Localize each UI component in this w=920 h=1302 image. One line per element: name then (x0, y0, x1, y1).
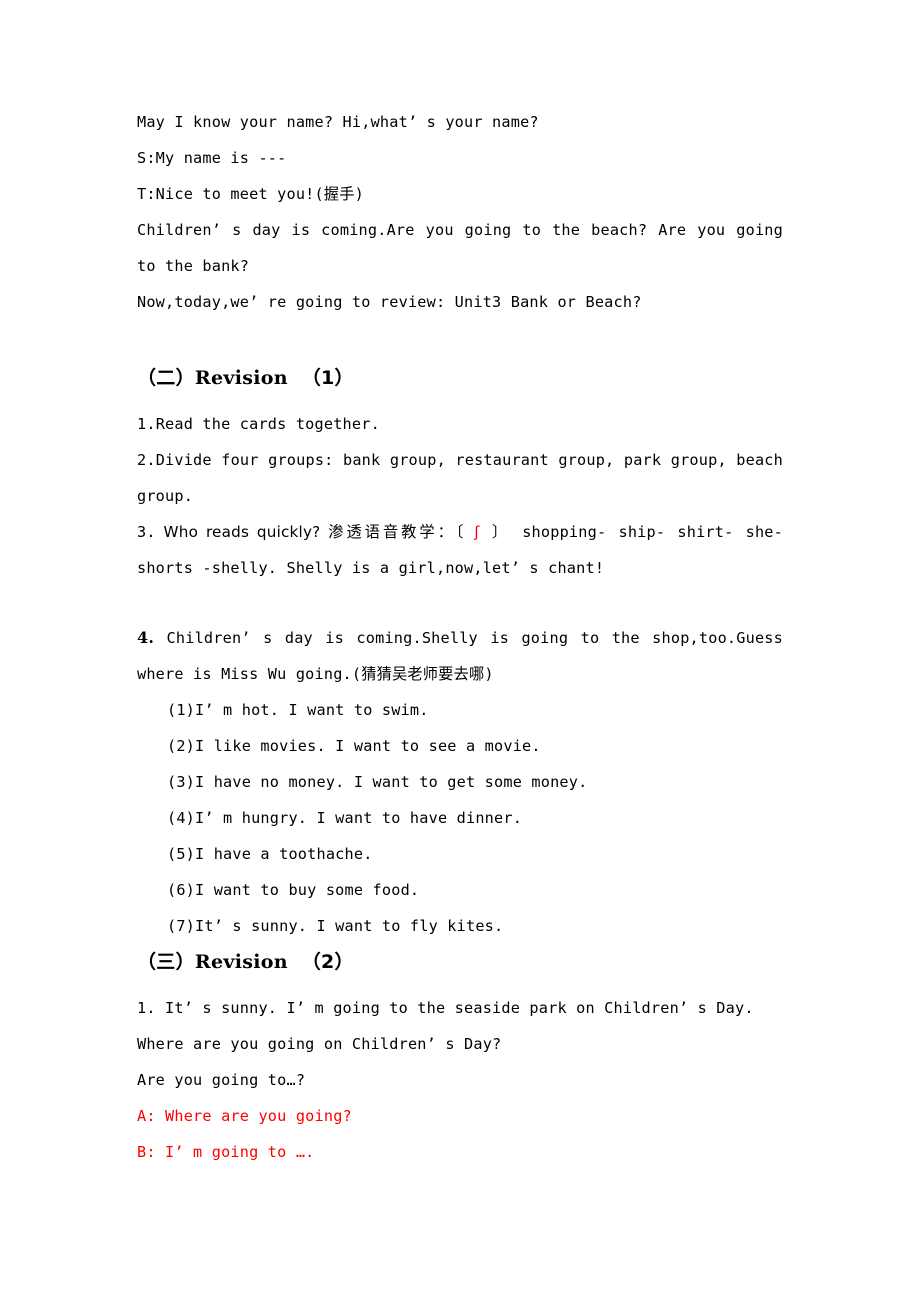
section-one-item-1: 1.Read the cards together. (137, 406, 783, 442)
section-one-title: Revision (194, 367, 288, 389)
item-3-text-before-ipa: Who reads quickly? 渗透语音教学：〔 (155, 523, 475, 541)
intro-line-2: S:My name is --- (137, 149, 287, 167)
item-4-sub-5: (5)I have a toothache. (167, 845, 373, 863)
section-one-item-4: 4. Children’ s day is coming.Shelly is g… (137, 620, 783, 692)
item-4-sub-3: (3)I have no money. I want to get some m… (167, 773, 588, 791)
section-two-number: （2） (301, 951, 354, 973)
document-page: May I know your name? Hi,what’ s your na… (0, 0, 920, 1302)
intro-line-5: Now,today,we’ re going to review: Unit3 … (137, 293, 642, 311)
spacer-after-heading-one (137, 396, 783, 406)
item-4-number: 4. (137, 628, 155, 647)
section-one-heading: （二）Revision （1） (137, 360, 783, 396)
section-one-number: （1） (301, 367, 354, 389)
section-two-line-1: 1. It’ s sunny. I’ m going to the seasid… (137, 999, 754, 1017)
spacer-before-item-four (137, 586, 783, 620)
item-1-number: 1. (137, 415, 156, 433)
section-two-line-5-dialogue-b: B: I’ m going to …. (137, 1143, 315, 1161)
section-two-title: Revision (194, 951, 288, 973)
item-4-sub-4: (4)I’ m hungry. I want to have dinner. (167, 809, 523, 827)
item-2-number: 2. (137, 451, 156, 469)
item-1-text: Read the cards together. (155, 415, 380, 433)
intro-line-3: T:Nice to meet you!(握手) (137, 185, 364, 203)
item-4-sub-6: (6)I want to buy some food. (167, 881, 420, 899)
document-content: May I know your name? Hi,what’ s your na… (137, 104, 783, 1170)
item-2-text: Divide four groups: bank group, restaura… (137, 451, 783, 505)
intro-block: May I know your name? Hi,what’ s your na… (137, 104, 783, 320)
section-two-ordinal: （三） (137, 951, 195, 973)
item-4-sub-7: (7)It’ s sunny. I want to fly kites. (167, 917, 504, 935)
item-4-sub-2: (2)I like movies. I want to see a movie. (167, 737, 541, 755)
section-two-line-2: Where are you going on Children’ s Day? (137, 1035, 502, 1053)
section-two-heading: （三）Revision （2） (137, 944, 783, 980)
section-one-item-2: 2.Divide four groups: bank group, restau… (137, 442, 783, 514)
section-one-item-3: 3. Who reads quickly? 渗透语音教学：〔 ʃ 〕 shopp… (137, 514, 783, 586)
item-3-number: 3. (137, 523, 156, 541)
spacer-after-heading-two (137, 980, 783, 990)
item-4-text: Children’ s day is coming.Shelly is goin… (137, 629, 783, 683)
spacer-before-section-one (137, 320, 783, 360)
item-4-sub-1: (1)I’ m hot. I want to swim. (167, 701, 429, 719)
section-one-ordinal: （二） (137, 367, 195, 389)
intro-line-1: May I know your name? Hi,what’ s your na… (137, 113, 539, 131)
intro-line-4: Children’ s day is coming.Are you going … (137, 221, 783, 275)
section-two-line-4-dialogue-a: A: Where are you going? (137, 1107, 352, 1125)
section-two-line-3: Are you going to…? (137, 1071, 306, 1089)
